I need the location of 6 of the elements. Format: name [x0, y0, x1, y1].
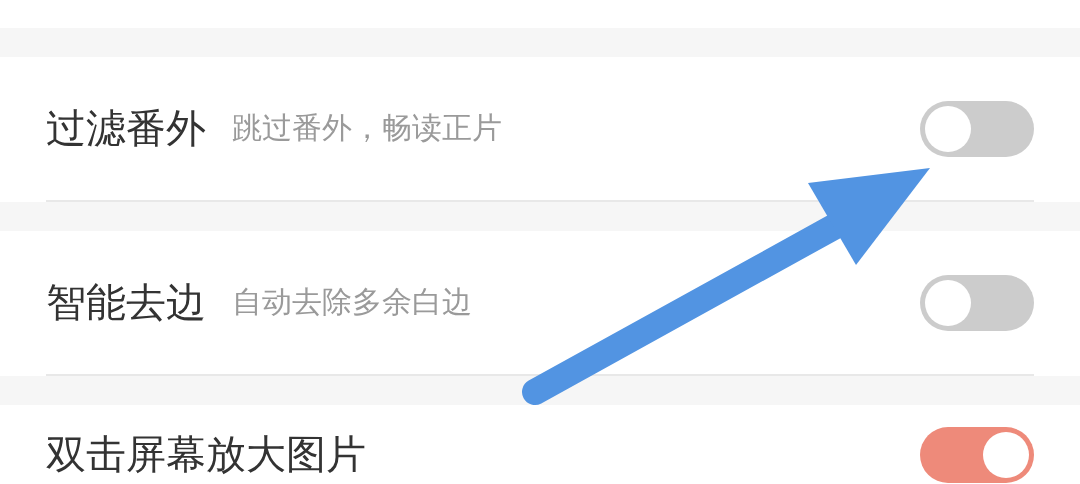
setting-description: 自动去除多余白边 [232, 283, 472, 321]
setting-title: 智能去边 [46, 278, 206, 327]
toggle-switch[interactable] [920, 427, 1034, 483]
setting-description: 跳过番外，畅读正片 [232, 109, 502, 147]
setting-title: 过滤番外 [46, 104, 206, 153]
setting-title: 双击屏幕放大图片 [46, 430, 366, 479]
